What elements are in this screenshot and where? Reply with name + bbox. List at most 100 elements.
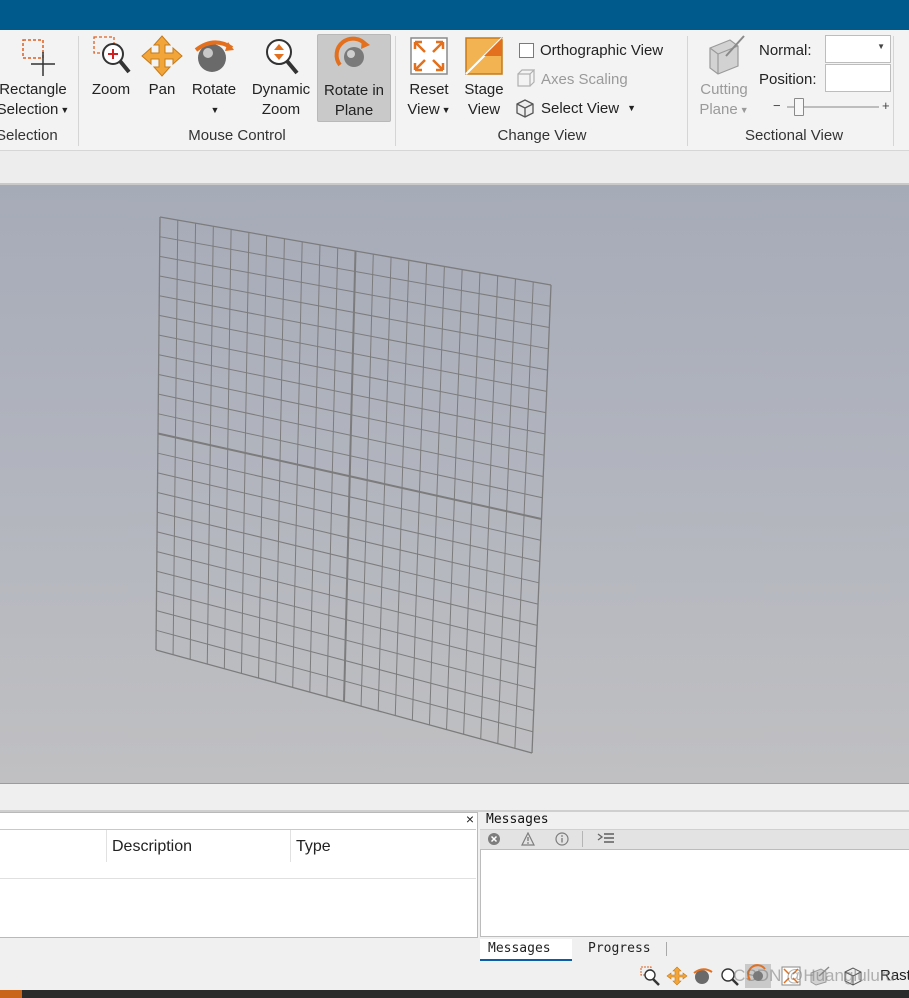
reset-view-button[interactable]: Reset View ▼ [403, 34, 455, 120]
sectional-view-group-label: Sectional View [744, 127, 844, 144]
zoom-label: Zoom [91, 81, 131, 98]
select-view-dropdown[interactable]: Select View ▼ [515, 97, 636, 119]
rectangle-selection-button[interactable]: Rectangle Selection ▼ [0, 34, 78, 120]
rectangle-selection-label-1: Rectangle [0, 81, 67, 98]
column-divider[interactable] [290, 830, 291, 862]
reset-view-label-2: View [407, 101, 440, 118]
ribbon: Rectangle Selection▼ Selection Zoom Pan [0, 30, 909, 151]
3d-viewport[interactable] [0, 185, 909, 784]
stage-view-label-1: Stage [464, 81, 504, 98]
rotate-in-plane-button[interactable]: Rotate in Plane [317, 34, 391, 122]
messages-panel: Messages Messages Progress [480, 812, 909, 962]
select-view-label: Select View [541, 99, 620, 117]
axes-scaling-button[interactable]: Axes Scaling [515, 68, 628, 90]
warning-filter-icon[interactable] [521, 832, 535, 846]
orthographic-view-label: Orthographic View [540, 41, 664, 59]
chevron-down-icon: ▼ [739, 105, 749, 116]
reset-view-label-1: Reset [409, 81, 449, 98]
rotate-label: Rotate [191, 81, 237, 98]
cutting-plane-button[interactable]: Cutting Plane ▼ [691, 34, 757, 120]
messages-list[interactable] [480, 849, 909, 937]
close-icon[interactable]: × [466, 811, 474, 827]
rectangle-selection-label-2: Selection [0, 101, 59, 118]
window-bottom-edge [0, 990, 909, 998]
properties-table-panel: × Description Type [0, 811, 478, 938]
chevron-down-icon: ▼ [877, 42, 885, 51]
select-view-icon [516, 99, 534, 118]
chevron-down-icon: ▼ [60, 105, 70, 116]
slider-plus: + [882, 98, 890, 113]
mesh-line-vertical [514, 281, 534, 749]
chevron-down-icon: ▼ [627, 103, 637, 113]
zoom-button[interactable]: Zoom [86, 34, 136, 100]
tab-progress[interactable]: Progress [580, 939, 659, 959]
mesh-line-vertical [411, 263, 428, 721]
pan-icon[interactable] [666, 966, 688, 986]
dynamic-zoom-button[interactable]: Dynamic Zoom [248, 34, 314, 120]
messages-tabs: Messages Progress [480, 937, 909, 962]
mesh-line-vertical [394, 260, 410, 716]
position-input[interactable] [825, 64, 891, 92]
rotate-in-plane-label-1: Rotate in [323, 82, 385, 99]
column-header-description[interactable]: Description [112, 838, 192, 856]
stage-view-label-2: View [467, 101, 501, 118]
pan-icon [141, 35, 183, 77]
panel-divider [0, 784, 909, 812]
messages-panel-title: Messages [486, 812, 549, 827]
normal-dropdown[interactable]: ▼ [825, 35, 891, 63]
rotate-icon [194, 40, 234, 72]
axes-scaling-icon [517, 69, 535, 87]
sectional-view-group: Cutting Plane ▼ Normal: ▼ Position: − + S… [689, 30, 899, 150]
position-label: Position: [759, 70, 817, 88]
watermark: CSDN @Huangluluru [733, 966, 895, 985]
toolbar-separator [582, 831, 583, 847]
zoom-icon[interactable] [640, 966, 662, 986]
mesh-line-vertical [446, 269, 463, 730]
group-divider [687, 36, 688, 146]
mesh-line-vertical [531, 284, 552, 754]
zoom-icon [93, 36, 131, 74]
selection-group-label: Selection [0, 127, 58, 144]
rectangle-selection-icon [22, 39, 55, 76]
rotate-icon[interactable] [692, 966, 714, 986]
stage-view-button[interactable]: Stage View [459, 34, 509, 120]
chevron-down-icon: ▼ [210, 105, 220, 116]
reset-view-icon [410, 37, 448, 75]
mesh-line-vertical [480, 275, 499, 739]
pan-button[interactable]: Pan [138, 34, 186, 100]
pan-label: Pan [148, 81, 176, 98]
table-header: Description Type [0, 829, 476, 879]
stage-view-icon [465, 37, 503, 75]
rotate-in-plane-label-2: Plane [334, 102, 374, 119]
clear-messages-icon[interactable] [597, 832, 615, 846]
column-divider[interactable] [106, 830, 107, 862]
mesh-line-vertical [463, 272, 481, 735]
cutting-plane-icon [709, 35, 745, 75]
group-divider [78, 36, 79, 146]
slider-minus: − [773, 98, 781, 113]
info-filter-icon[interactable] [555, 832, 569, 846]
dynamic-zoom-icon [266, 39, 299, 75]
slider-thumb[interactable] [794, 98, 805, 116]
rotate-in-plane-icon [334, 36, 370, 67]
column-header-type[interactable]: Type [296, 838, 331, 856]
tab-separator [666, 942, 667, 956]
change-view-group: Reset View ▼ Stage View Orthographic View… [397, 30, 687, 150]
rotate-button[interactable]: Rotate ▼ [186, 34, 242, 120]
orthographic-view-checkbox[interactable]: Orthographic View [519, 39, 663, 61]
title-bar [0, 0, 909, 30]
group-divider [395, 36, 396, 146]
error-filter-icon[interactable] [487, 832, 501, 846]
messages-toolbar [480, 829, 909, 849]
mouse-control-group: Zoom Pan Rotate ▼ Dynamic Zoom Rotate in… [80, 30, 394, 150]
mesh-line-vertical [428, 266, 445, 725]
tab-messages[interactable]: Messages [480, 939, 572, 961]
group-divider [893, 36, 894, 146]
cutting-plane-label-1: Cutting [700, 81, 748, 98]
orthographic-view-check[interactable] [519, 42, 534, 58]
mouse-control-group-label: Mouse Control [188, 127, 286, 144]
position-slider[interactable] [787, 98, 879, 116]
taskbar-accent [0, 990, 22, 998]
selection-group: Rectangle Selection ▼ Selection [0, 30, 78, 150]
mesh-plane [155, 216, 552, 754]
